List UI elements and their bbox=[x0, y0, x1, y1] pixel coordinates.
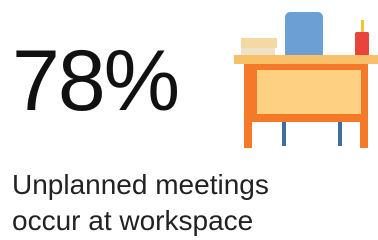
desk-top bbox=[234, 55, 378, 64]
caption-line-2: occur at workspace bbox=[12, 205, 254, 236]
cup bbox=[355, 32, 369, 56]
desk-leg-left bbox=[244, 122, 252, 148]
desk-leg-right bbox=[360, 122, 368, 148]
desk-drawer-panel bbox=[257, 70, 361, 114]
stat-percentage: 78% bbox=[12, 33, 180, 129]
caption-line-1: Unplanned meetings bbox=[12, 169, 269, 200]
chair-leg bbox=[338, 122, 342, 146]
chair-leg bbox=[282, 122, 286, 146]
chair-back bbox=[285, 12, 323, 62]
desk-with-chair-icon bbox=[234, 12, 378, 148]
stat-caption: Unplanned meetings occur at workspace bbox=[12, 167, 269, 239]
book-stack bbox=[241, 38, 277, 48]
